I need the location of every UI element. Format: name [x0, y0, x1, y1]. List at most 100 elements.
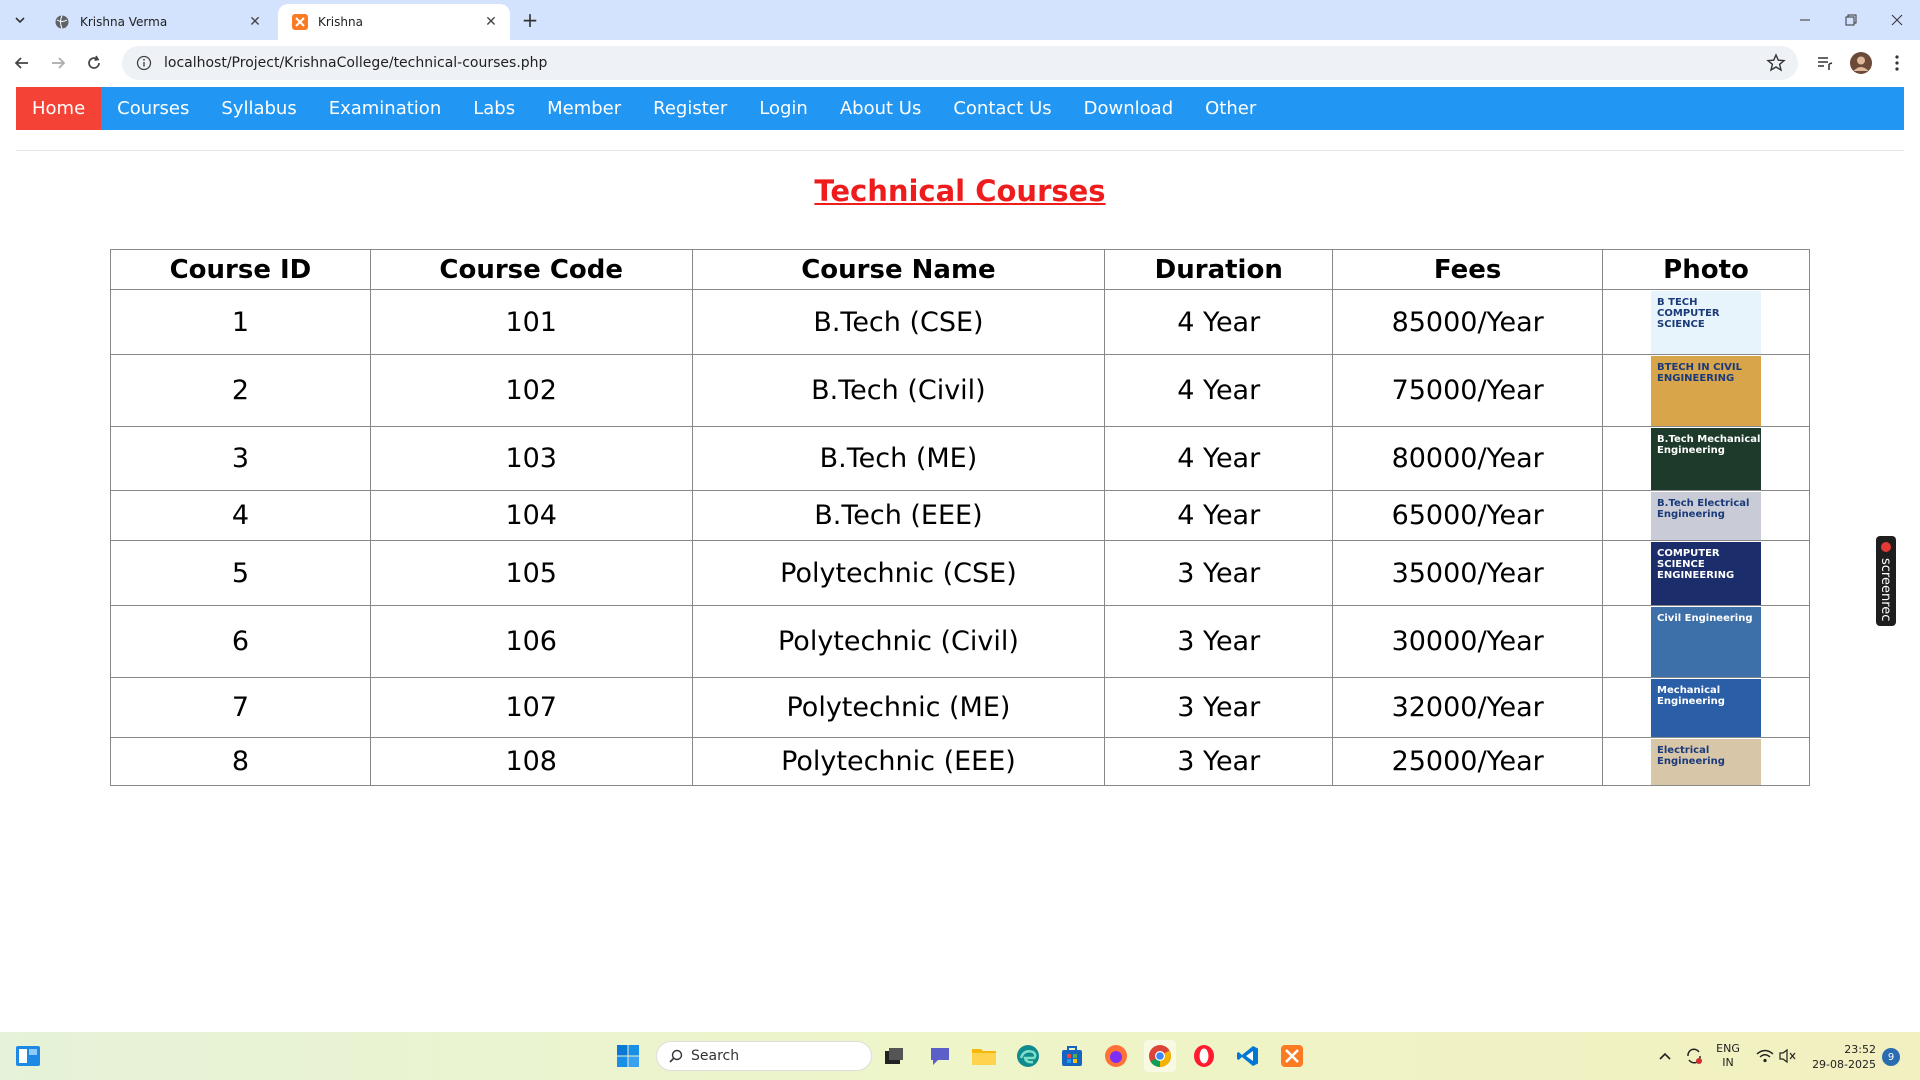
tab-title: Krishna Verma: [80, 15, 168, 29]
sync-icon[interactable]: [1684, 1032, 1704, 1080]
reload-icon[interactable]: [80, 49, 108, 77]
cell-course-id: 4: [110, 490, 371, 541]
cell-course-name: Polytechnic (CSE): [691, 540, 1106, 606]
cell-course-name: Polytechnic (ME): [691, 677, 1106, 738]
browser-menu-icon[interactable]: [1886, 52, 1908, 74]
store-icon[interactable]: [1056, 1040, 1088, 1072]
file-explorer-icon[interactable]: [968, 1040, 1000, 1072]
cell-photo: Mechanical Engineering: [1602, 677, 1810, 738]
course-photo-caption: Civil Engineering: [1657, 612, 1753, 624]
course-photo-caption: Electrical Engineering: [1657, 744, 1725, 767]
course-photo: B.Tech Electrical Engineering: [1651, 491, 1762, 540]
header-photo: Photo: [1602, 249, 1810, 290]
cell-course-id: 7: [110, 677, 371, 738]
nav-courses[interactable]: Courses: [101, 87, 205, 130]
edge-icon[interactable]: [1012, 1040, 1044, 1072]
address-bar[interactable]: localhost/Project/KrishnaCollege/technic…: [122, 46, 1798, 80]
cell-course-code: 102: [369, 354, 693, 427]
tab-close-icon[interactable]: ✕: [246, 13, 264, 31]
chrome-icon[interactable]: [1144, 1040, 1176, 1072]
nav-other[interactable]: Other: [1189, 87, 1272, 130]
forward-icon[interactable]: [44, 49, 72, 77]
xampp-icon[interactable]: [1276, 1040, 1308, 1072]
cell-course-name: Polytechnic (Civil): [691, 605, 1106, 678]
nav-labs[interactable]: Labs: [457, 87, 531, 130]
site-info-icon[interactable]: [136, 55, 152, 71]
courses-table: Course ID Course Code Course Name Durati…: [110, 249, 1810, 786]
input-language[interactable]: ENG IN: [1716, 1032, 1740, 1080]
widgets-icon[interactable]: [12, 1040, 44, 1072]
taskbar-clock[interactable]: 23:52 29-08-2025: [1800, 1042, 1876, 1072]
vscode-icon[interactable]: [1232, 1040, 1264, 1072]
cell-duration: 3 Year: [1104, 677, 1334, 738]
cell-course-id: 8: [110, 737, 371, 786]
cell-fees: 80000/Year: [1332, 426, 1604, 491]
header-course-id: Course ID: [110, 249, 371, 290]
taskbar-search-input[interactable]: Search: [656, 1041, 872, 1071]
media-controls-icon[interactable]: [1814, 52, 1836, 74]
start-icon[interactable]: [612, 1040, 644, 1072]
region-code: IN: [1722, 1056, 1734, 1069]
nav-login[interactable]: Login: [743, 87, 824, 130]
screenrec-widget[interactable]: screenrec: [1876, 536, 1896, 626]
cell-course-code: 106: [369, 605, 693, 678]
back-icon[interactable]: [8, 49, 36, 77]
page-title: Technical Courses: [814, 174, 1106, 208]
course-photo: Electrical Engineering: [1651, 738, 1762, 785]
nav-divider: [16, 150, 1904, 151]
nav-download[interactable]: Download: [1068, 87, 1189, 130]
header-course-code: Course Code: [369, 249, 693, 290]
restore-icon[interactable]: [1828, 0, 1874, 40]
cell-fees: 30000/Year: [1332, 605, 1604, 678]
tab-krishna[interactable]: Krishna ✕: [278, 4, 510, 40]
opera-icon[interactable]: [1188, 1040, 1220, 1072]
tray-overflow-chevron-icon[interactable]: [1658, 1032, 1672, 1080]
minimize-icon[interactable]: [1782, 0, 1828, 40]
cell-duration: 3 Year: [1104, 540, 1334, 606]
cell-course-name: Polytechnic (EEE): [691, 737, 1106, 786]
cell-photo: B.Tech Mechanical Engineering: [1602, 426, 1810, 491]
cell-fees: 25000/Year: [1332, 737, 1604, 786]
tab-search-chevron-icon[interactable]: [8, 8, 32, 32]
table-row: 1 101 B.Tech (CSE) 4 Year 85000/Year B T…: [110, 289, 1810, 355]
cell-course-code: 101: [369, 289, 693, 355]
tab-strip: Krishna Verma ✕ Krishna ✕ +: [0, 0, 1920, 40]
course-photo: B TECH COMPUTER SCIENCE: [1651, 290, 1762, 354]
course-photo: Civil Engineering: [1651, 606, 1762, 677]
cell-course-code: 103: [369, 426, 693, 491]
cell-fees: 32000/Year: [1332, 677, 1604, 738]
tab-krishna-verma[interactable]: Krishna Verma ✕: [40, 4, 274, 40]
cell-photo: COMPUTER SCIENCE ENGINEERING: [1602, 540, 1810, 606]
nav-contact-us[interactable]: Contact Us: [937, 87, 1067, 130]
task-view-icon[interactable]: [878, 1040, 910, 1072]
nav-register[interactable]: Register: [637, 87, 743, 130]
table-row: 6 106 Polytechnic (Civil) 3 Year 30000/Y…: [110, 605, 1810, 678]
nav-examination[interactable]: Examination: [313, 87, 458, 130]
tab-close-icon[interactable]: ✕: [482, 13, 500, 31]
wifi-icon[interactable]: [1756, 1032, 1774, 1080]
table-header-row: Course ID Course Code Course Name Durati…: [110, 249, 1810, 290]
cell-fees: 35000/Year: [1332, 540, 1604, 606]
table-row: 3 103 B.Tech (ME) 4 Year 80000/Year B.Te…: [110, 426, 1810, 491]
profile-avatar[interactable]: [1850, 52, 1872, 74]
site-navbar: Home Courses Syllabus Examination Labs M…: [16, 87, 1904, 130]
bookmark-star-icon[interactable]: [1766, 53, 1786, 73]
volume-muted-icon[interactable]: [1778, 1032, 1796, 1080]
cell-photo: B TECH COMPUTER SCIENCE: [1602, 289, 1810, 355]
cell-fees: 85000/Year: [1332, 289, 1604, 355]
course-photo-caption: COMPUTER SCIENCE ENGINEERING: [1657, 547, 1735, 581]
nav-member[interactable]: Member: [531, 87, 637, 130]
notification-badge[interactable]: 9: [1882, 1048, 1900, 1066]
new-tab-icon[interactable]: +: [518, 8, 542, 32]
cell-course-code: 105: [369, 540, 693, 606]
nav-syllabus[interactable]: Syllabus: [205, 87, 312, 130]
course-photo-caption: Mechanical Engineering: [1657, 684, 1725, 707]
nav-about-us[interactable]: About Us: [824, 87, 938, 130]
firefox-icon[interactable]: [1100, 1040, 1132, 1072]
course-photo: BTECH IN CIVIL ENGINEERING: [1651, 355, 1762, 426]
table-row: 5 105 Polytechnic (CSE) 3 Year 35000/Yea…: [110, 540, 1810, 606]
close-window-icon[interactable]: [1874, 0, 1920, 40]
header-duration: Duration: [1104, 249, 1334, 290]
teams-chat-icon[interactable]: [924, 1040, 956, 1072]
nav-home[interactable]: Home: [16, 87, 102, 130]
